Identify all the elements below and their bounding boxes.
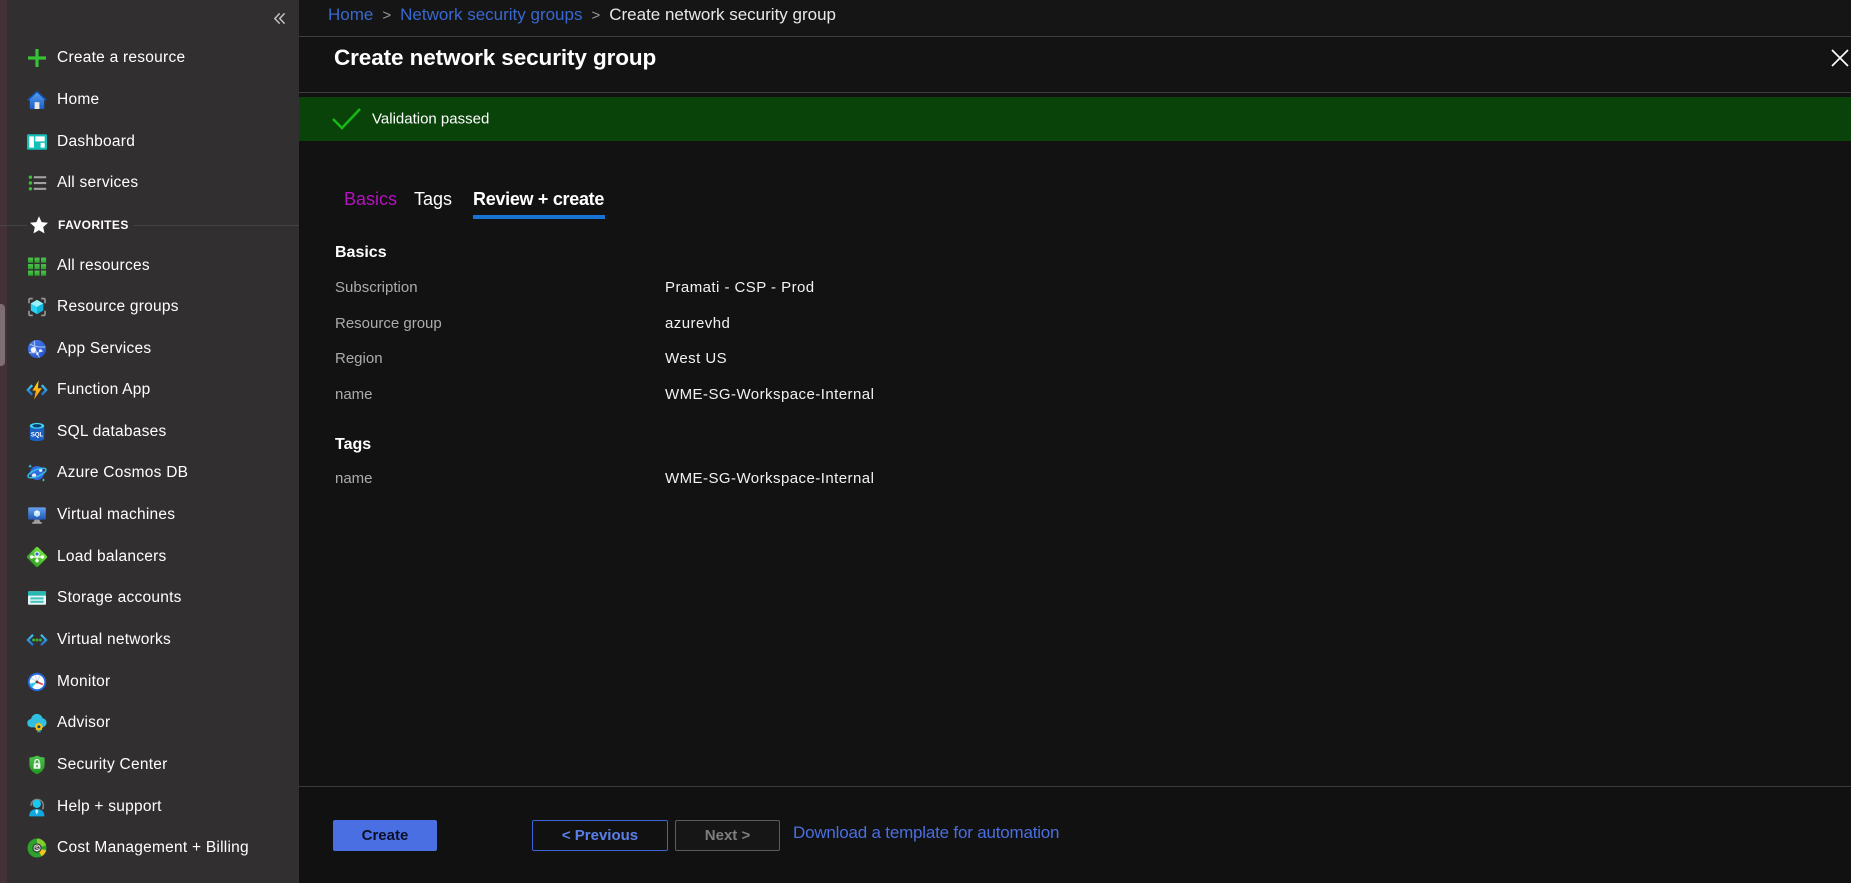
svg-text:SQL: SQL xyxy=(31,432,44,438)
svg-text:$: $ xyxy=(35,846,39,853)
